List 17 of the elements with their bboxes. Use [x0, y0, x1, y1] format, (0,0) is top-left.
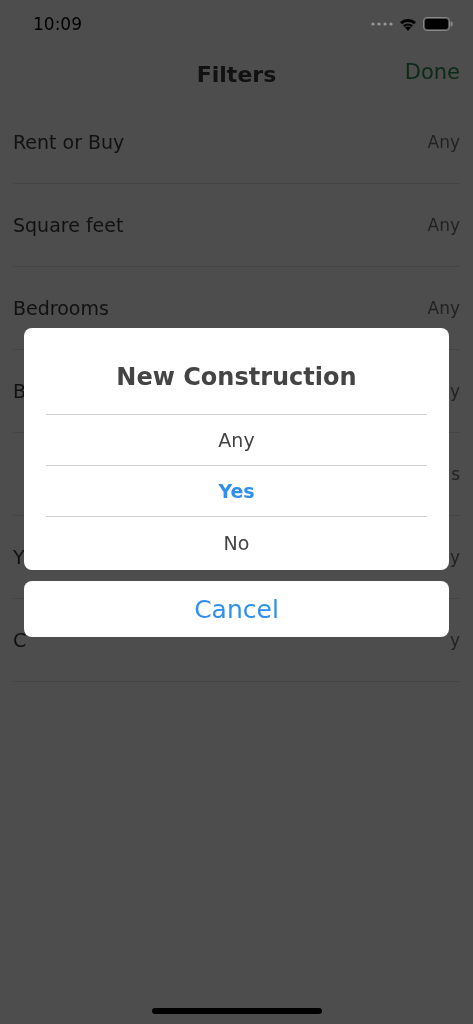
signal-icon — [371, 22, 393, 26]
filter-label: Square feet — [13, 214, 124, 236]
cancel-dialog[interactable]: Cancel — [24, 581, 449, 637]
dialog-option[interactable]: Yes — [46, 466, 427, 517]
done-button[interactable]: Done — [404, 60, 460, 84]
dialog-title: New Construction — [46, 328, 427, 415]
dialog-option[interactable]: Any — [46, 415, 427, 466]
filter-label: Rent or Buy — [13, 131, 125, 153]
filter-label: Bedrooms — [13, 297, 109, 319]
nav-title: Filters — [196, 62, 277, 87]
wifi-icon — [399, 17, 417, 31]
status-time: 10:09 — [33, 14, 82, 34]
dialog-option[interactable]: No — [46, 517, 427, 568]
filter-label: C — [13, 629, 27, 651]
filter-label: B — [13, 380, 27, 402]
battery-icon — [423, 17, 453, 31]
filter-label: Y — [13, 546, 25, 568]
